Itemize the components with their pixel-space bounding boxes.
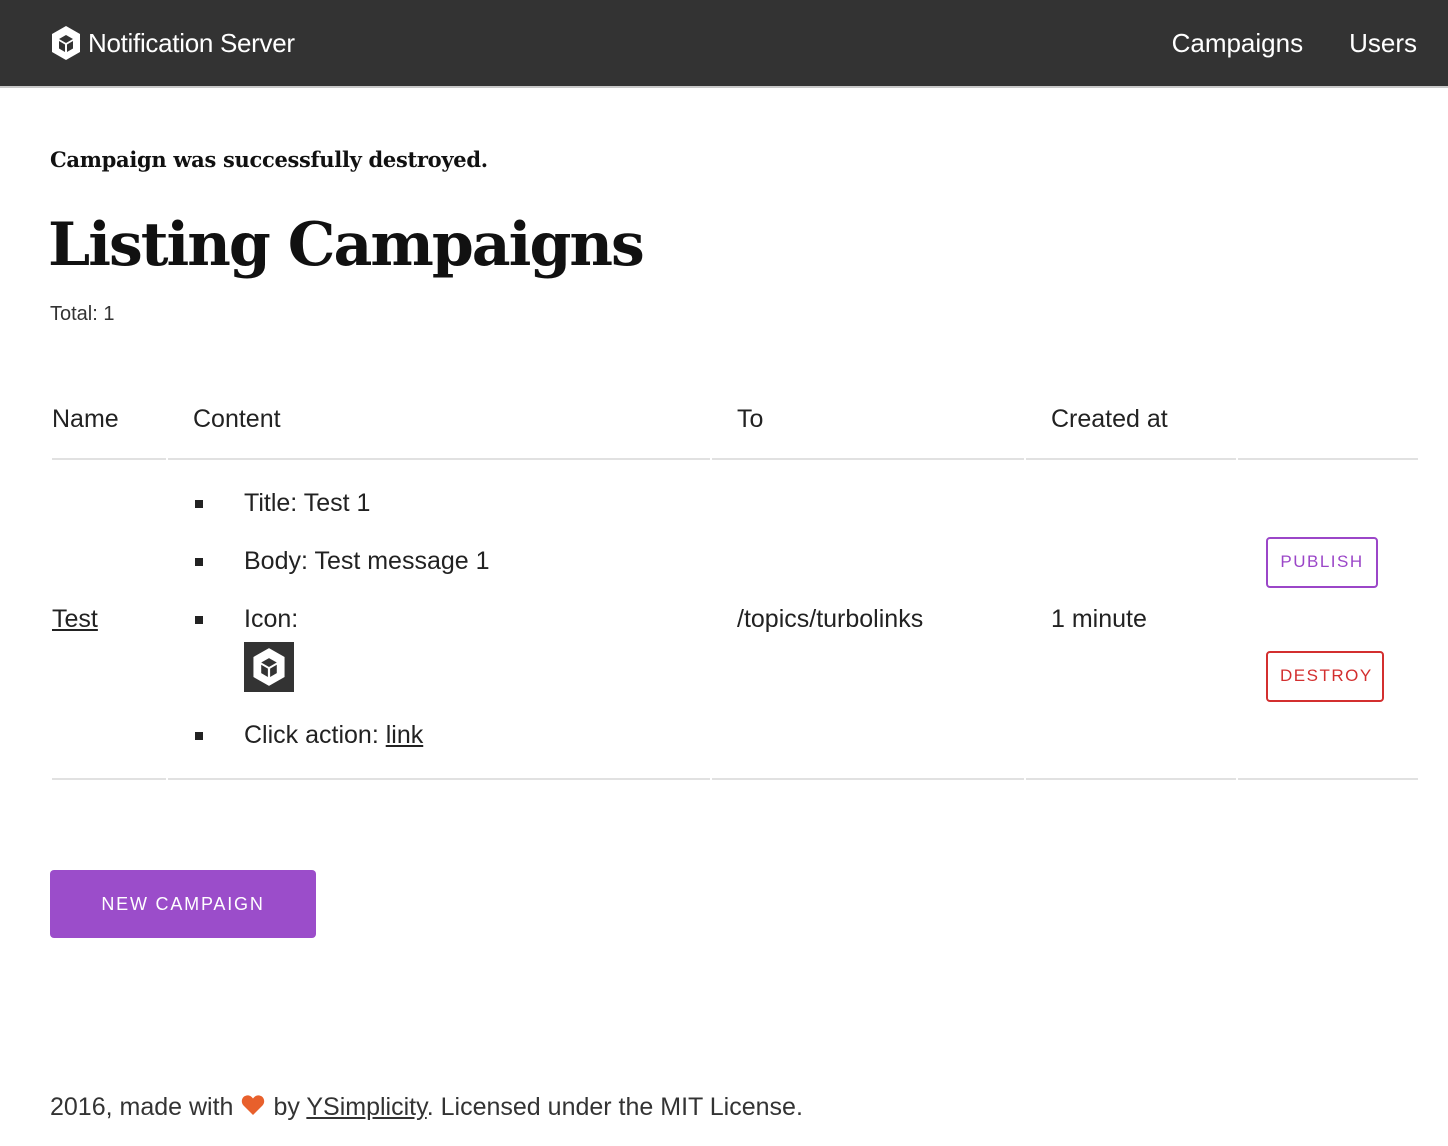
campaign-name-link[interactable]: Test [52, 605, 98, 633]
table-header-row: Name Content To Created at [52, 380, 1418, 460]
nav-campaigns-link[interactable]: Campaigns [1172, 28, 1304, 59]
column-header-actions [1238, 380, 1418, 460]
table-row: Test Title: Test 1 Body: Test message 1 … [52, 460, 1418, 780]
content-click-action-item: Click action: link [193, 720, 710, 750]
content-title-item: Title: Test 1 [193, 488, 710, 518]
content-click-action-label: Click action: [244, 721, 379, 749]
destroy-button[interactable]: DESTROY [1266, 650, 1384, 702]
footer: 2016, made with by YSimplicity. Licensed … [50, 1093, 803, 1122]
navbar: Notification Server Campaigns Users [0, 0, 1448, 88]
brand-link[interactable]: Notification Server [50, 0, 295, 86]
content-body-value: Test message 1 [314, 547, 490, 575]
nav-links: Campaigns Users [1172, 0, 1417, 86]
column-header-content: Content [168, 380, 710, 460]
total-label: Total: [50, 303, 98, 325]
total-value: 1 [103, 303, 115, 325]
content-title-value: Test 1 [303, 489, 371, 517]
flash-notice: Campaign was successfully destroyed. [50, 147, 488, 172]
cube-icon [50, 25, 82, 61]
content-body-item: Body: Test message 1 [193, 546, 710, 576]
column-header-created-at: Created at [1026, 380, 1236, 460]
cell-content: Title: Test 1 Body: Test message 1 Icon: [168, 460, 710, 780]
footer-ysimplicity-link[interactable]: YSimplicity [306, 1093, 426, 1121]
page-title: Listing Campaigns [48, 210, 645, 280]
content-icon-label: Icon: [244, 605, 299, 633]
footer-by: by [273, 1093, 300, 1121]
footer-prefix: 2016, made with [50, 1093, 234, 1121]
cell-actions: PUBLISH DESTROY [1238, 460, 1418, 780]
notification-icon-image [244, 642, 294, 692]
footer-suffix: . Licensed under the MIT License. [426, 1093, 803, 1121]
content-list: Title: Test 1 Body: Test message 1 Icon: [193, 488, 710, 750]
publish-button[interactable]: PUBLISH [1266, 536, 1378, 588]
new-campaign-button[interactable]: NEW CAMPAIGN [50, 870, 316, 938]
cell-to: /topics/turbolinks [712, 460, 1024, 780]
cube-icon [251, 647, 287, 687]
total-count: Total: 1 [50, 303, 115, 326]
row-actions: PUBLISH DESTROY [1238, 536, 1418, 702]
cell-created-at: 1 minute [1026, 460, 1236, 780]
click-action-link[interactable]: link [386, 721, 424, 749]
column-header-to: To [712, 380, 1024, 460]
cell-name: Test [52, 460, 166, 780]
heart-icon [241, 1094, 265, 1116]
content-title-label: Title: [244, 489, 298, 517]
campaigns-table: Name Content To Created at Test Title: T… [50, 380, 1420, 780]
content-icon-item: Icon: [193, 604, 710, 692]
nav-users-link[interactable]: Users [1349, 28, 1417, 59]
content-body-label: Body: [244, 547, 308, 575]
column-header-name: Name [52, 380, 166, 460]
app-title: Notification Server [88, 27, 295, 58]
